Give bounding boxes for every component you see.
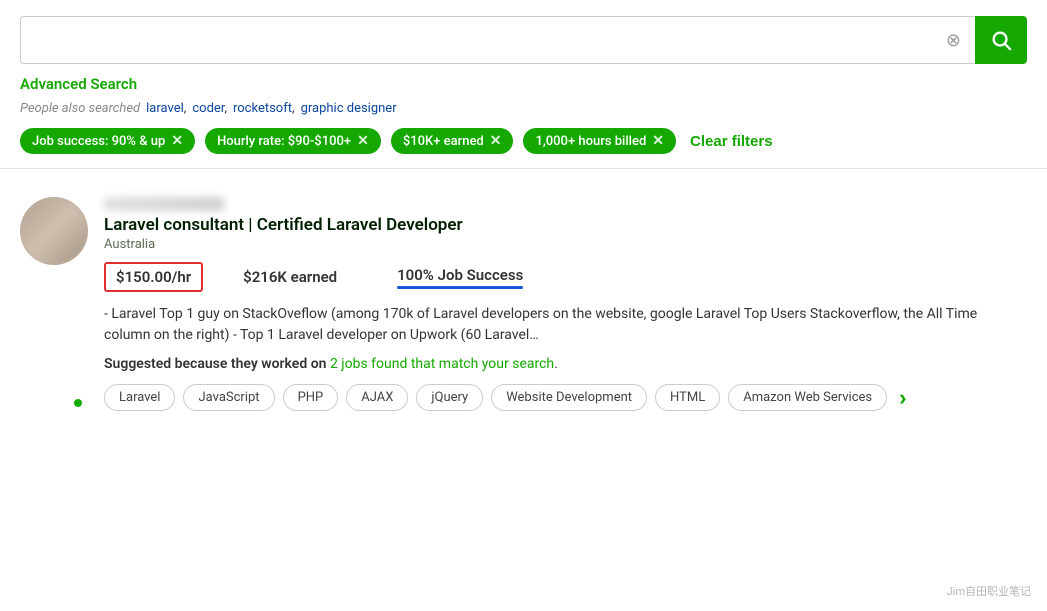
search-section: lavarel ⊗ Advanced Search People also se… xyxy=(0,0,1047,169)
result-card: Laravel consultant | Certified Laravel D… xyxy=(20,185,1027,423)
skill-html[interactable]: HTML xyxy=(655,384,720,411)
people-also-row: People also searched laravel coder rocke… xyxy=(20,101,1027,116)
filters-row: Job success: 90% & up ✕ Hourly rate: $90… xyxy=(20,128,1027,168)
search-input-wrapper: lavarel ⊗ xyxy=(20,16,975,64)
clear-input-button[interactable]: ⊗ xyxy=(942,28,965,53)
job-success-text: 100% Job Success xyxy=(397,266,523,284)
advanced-search-link[interactable]: Advanced Search xyxy=(20,75,137,93)
filter-job-success-label: Job success: 90% & up xyxy=(32,134,165,149)
earned-stat: $216K earned xyxy=(243,268,337,286)
filter-earned-label: $10K+ earned xyxy=(403,134,484,149)
filter-hourly-rate-label: Hourly rate: $90-$100+ xyxy=(217,134,351,149)
skill-website-development[interactable]: Website Development xyxy=(491,384,647,411)
also-link-coder[interactable]: coder xyxy=(192,101,227,116)
clear-filters-button[interactable]: Clear filters xyxy=(690,133,773,150)
job-success-stat: 100% Job Success xyxy=(397,266,523,289)
avatar xyxy=(20,197,88,265)
filter-earned[interactable]: $10K+ earned ✕ xyxy=(391,128,514,154)
watermark: Jim自田职业笔记 xyxy=(941,581,1037,601)
skills-row: Laravel JavaScript PHP AJAX jQuery Websi… xyxy=(104,384,1027,411)
result-content: Laravel consultant | Certified Laravel D… xyxy=(104,197,1027,411)
result-description: - Laravel Top 1 guy on StackOveflow (amo… xyxy=(104,304,1027,346)
filter-hours-billed-remove[interactable]: ✕ xyxy=(652,133,664,149)
result-location: Australia xyxy=(104,237,1027,252)
also-link-laravel[interactable]: laravel xyxy=(146,101,186,116)
clear-icon: ⊗ xyxy=(946,30,961,51)
job-success-underline xyxy=(397,286,523,289)
filter-earned-remove[interactable]: ✕ xyxy=(490,133,502,149)
also-link-graphic-designer[interactable]: graphic designer xyxy=(301,101,397,116)
online-status-dot xyxy=(72,397,84,409)
skill-javascript[interactable]: JavaScript xyxy=(183,384,274,411)
skill-aws[interactable]: Amazon Web Services xyxy=(728,384,887,411)
suggested-text: Suggested because they worked on 2 jobs … xyxy=(104,356,1027,372)
filter-job-success-remove[interactable]: ✕ xyxy=(171,133,183,149)
also-link-rocketsoft[interactable]: rocketsoft xyxy=(233,101,295,116)
search-icon xyxy=(990,29,1012,51)
more-skills-button[interactable]: › xyxy=(895,385,910,411)
skill-jquery[interactable]: jQuery xyxy=(416,384,483,411)
results-section: Laravel consultant | Certified Laravel D… xyxy=(0,169,1047,439)
filter-hours-billed[interactable]: 1,000+ hours billed ✕ xyxy=(523,128,676,154)
suggested-jobs-link[interactable]: 2 jobs found that match your search xyxy=(330,356,554,372)
skill-php[interactable]: PHP xyxy=(283,384,339,411)
hourly-rate-stat: $150.00/hr xyxy=(104,262,203,292)
filter-hours-billed-label: 1,000+ hours billed xyxy=(535,134,646,149)
filter-hourly-rate[interactable]: Hourly rate: $90-$100+ ✕ xyxy=(205,128,381,154)
skill-ajax[interactable]: AJAX xyxy=(346,384,408,411)
search-button[interactable] xyxy=(975,16,1027,64)
avatar-wrapper xyxy=(20,197,88,411)
search-input[interactable]: lavarel xyxy=(31,30,942,50)
search-bar-row: lavarel ⊗ xyxy=(20,16,1027,64)
people-also-label: People also searched xyxy=(20,101,140,116)
result-title[interactable]: Laravel consultant | Certified Laravel D… xyxy=(104,215,1027,235)
stats-row: $150.00/hr $216K earned 100% Job Success xyxy=(104,262,1027,292)
avatar-blur xyxy=(20,197,88,265)
filter-hourly-rate-remove[interactable]: ✕ xyxy=(357,133,369,149)
filter-job-success[interactable]: Job success: 90% & up ✕ xyxy=(20,128,195,154)
freelancer-name-blurred xyxy=(104,197,224,211)
skill-laravel[interactable]: Laravel xyxy=(104,384,175,411)
